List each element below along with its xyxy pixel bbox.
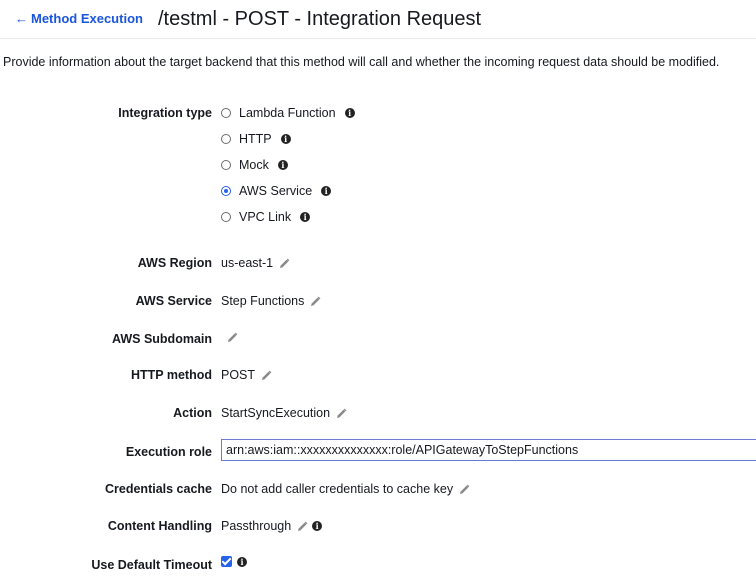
content-handling-label: Content Handling xyxy=(107,519,212,533)
action-value: StartSyncExecution xyxy=(221,406,331,420)
credentials-cache-value-group: Do not add caller credentials to cache k… xyxy=(221,482,470,496)
aws-subdomain-value-group xyxy=(221,332,238,343)
execution-role-label: Execution role xyxy=(125,445,212,459)
use-default-timeout-value-group: i xyxy=(221,556,247,567)
pencil-icon[interactable] xyxy=(297,521,308,532)
radio-label: Lambda Function xyxy=(239,106,336,120)
aws-region-value-group: us-east-1 xyxy=(221,256,290,270)
aws-region-label: AWS Region xyxy=(137,256,212,270)
action-row: Action StartSyncExecution xyxy=(0,404,756,424)
radio-label: AWS Service xyxy=(239,184,313,198)
content-handling-row: Content Handling Passthrough i xyxy=(0,517,756,537)
info-icon[interactable]: i xyxy=(312,521,323,531)
pencil-icon[interactable] xyxy=(310,296,321,307)
back-to-method-execution-link[interactable]: ← Method Execution xyxy=(15,12,143,26)
use-default-timeout-checkbox[interactable] xyxy=(221,556,232,567)
page-title: /testml - POST - Integration Request xyxy=(158,8,482,30)
radio-http[interactable]: HTTP i xyxy=(221,130,291,148)
content-handling-value: Passthrough xyxy=(221,519,292,533)
radio-label: HTTP xyxy=(239,132,272,146)
info-icon[interactable]: i xyxy=(237,556,247,567)
action-value-group: StartSyncExecution xyxy=(221,406,347,420)
action-label: Action xyxy=(173,406,212,420)
radio-button[interactable] xyxy=(221,134,231,144)
radio-button[interactable] xyxy=(221,160,231,170)
content-handling-value-group: Passthrough i xyxy=(221,519,323,533)
credentials-cache-value: Do not add caller credentials to cache k… xyxy=(221,482,454,496)
back-link-label: Method Execution xyxy=(31,11,143,26)
pencil-icon[interactable] xyxy=(261,370,272,381)
aws-region-value: us-east-1 xyxy=(221,256,274,270)
radio-button[interactable] xyxy=(221,108,231,118)
credentials-cache-row: Credentials cache Do not add caller cred… xyxy=(0,480,756,500)
pencil-icon[interactable] xyxy=(459,484,470,495)
radio-mock[interactable]: Mock i xyxy=(221,156,288,174)
aws-service-row: AWS Service Step Functions xyxy=(0,292,756,312)
use-default-timeout-row: Use Default Timeout i xyxy=(0,556,756,576)
aws-service-label: AWS Service xyxy=(135,294,212,308)
page-header: ← Method Execution /testml - POST - Integ… xyxy=(0,0,756,39)
use-default-timeout-label: Use Default Timeout xyxy=(91,558,212,572)
info-icon[interactable]: i xyxy=(277,160,288,170)
integration-type-label: Integration type xyxy=(118,106,212,120)
http-method-label: HTTP method xyxy=(130,368,212,382)
radio-label: VPC Link xyxy=(239,210,292,224)
aws-subdomain-label: AWS Subdomain xyxy=(112,332,212,346)
radio-button-selected[interactable] xyxy=(221,186,231,196)
aws-service-value-group: Step Functions xyxy=(221,294,321,308)
aws-subdomain-row: AWS Subdomain xyxy=(0,330,756,350)
page-description: Provide information about the target bac… xyxy=(3,55,720,69)
radio-vpc-link[interactable]: VPC Link i xyxy=(221,208,311,226)
radio-label: Mock xyxy=(239,158,269,172)
pencil-icon[interactable] xyxy=(227,332,238,343)
credentials-cache-label: Credentials cache xyxy=(105,482,212,496)
http-method-value-group: POST xyxy=(221,368,272,382)
pencil-icon[interactable] xyxy=(279,258,290,269)
radio-button[interactable] xyxy=(221,212,231,222)
arrow-left-icon: ← xyxy=(15,11,28,26)
info-icon[interactable]: i xyxy=(300,212,311,222)
http-method-value: POST xyxy=(221,368,256,382)
info-icon[interactable]: i xyxy=(280,134,291,144)
info-icon[interactable]: i xyxy=(344,108,355,118)
pencil-icon[interactable] xyxy=(336,408,347,419)
integration-type-row: Integration type xyxy=(0,104,756,124)
http-method-row: HTTP method POST xyxy=(0,366,756,386)
radio-aws-service[interactable]: AWS Service i xyxy=(221,182,332,200)
aws-service-value: Step Functions xyxy=(221,294,305,308)
aws-region-row: AWS Region us-east-1 xyxy=(0,254,756,274)
info-icon[interactable]: i xyxy=(321,186,332,196)
radio-lambda-function[interactable]: Lambda Function i xyxy=(221,104,355,122)
execution-role-input[interactable] xyxy=(221,439,756,461)
